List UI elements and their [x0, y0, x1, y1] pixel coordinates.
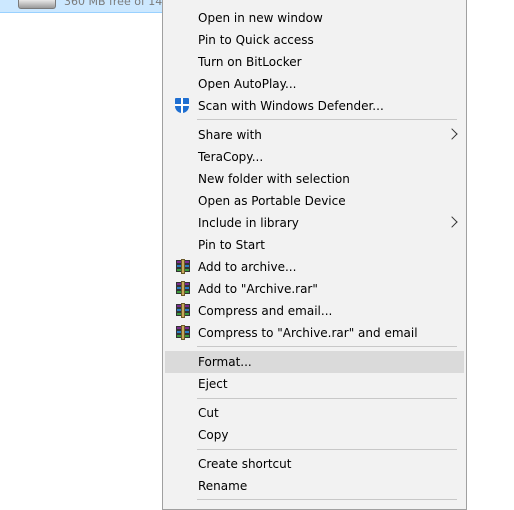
- menu-separator: [197, 449, 457, 450]
- menu-item-format[interactable]: Format...: [165, 351, 464, 373]
- context-menu: Open in new window Pin to Quick access T…: [162, 0, 467, 510]
- menu-item-eject[interactable]: Eject: [165, 373, 464, 395]
- menu-item-open-autoplay[interactable]: Open AutoPlay...: [165, 73, 464, 95]
- menu-item-add-to-archive[interactable]: Add to archive...: [165, 256, 464, 278]
- menu-item-label: Format...: [198, 355, 252, 369]
- submenu-arrow-icon: [446, 128, 458, 140]
- menu-item-label: Share with: [198, 128, 262, 142]
- menu-item-rename[interactable]: Rename: [165, 475, 464, 497]
- menu-item-create-shortcut[interactable]: Create shortcut: [165, 453, 464, 475]
- menu-separator: [197, 398, 457, 399]
- menu-separator: [197, 346, 457, 347]
- menu-item-open-in-new-window[interactable]: Open in new window: [165, 7, 464, 29]
- submenu-arrow-icon: [446, 216, 458, 228]
- menu-separator: [197, 119, 457, 120]
- menu-item-label: TeraCopy...: [198, 150, 264, 164]
- menu-item-turn-on-bitlocker[interactable]: Turn on BitLocker: [165, 51, 464, 73]
- usb-drive-icon: [18, 0, 56, 9]
- menu-item-label: Open AutoPlay...: [198, 77, 297, 91]
- menu-item-pin-to-start[interactable]: Pin to Start: [165, 234, 464, 256]
- menu-item-label: Cut: [198, 406, 219, 420]
- menu-item-label: Eject: [198, 377, 228, 391]
- menu-item-label: Include in library: [198, 216, 299, 230]
- winrar-icon: [175, 325, 191, 341]
- menu-item-label: Open in new window: [198, 11, 323, 25]
- menu-item-label: Compress and email...: [198, 304, 333, 318]
- menu-item-compress-to-archive-rar-and-email[interactable]: Compress to "Archive.rar" and email: [165, 322, 464, 344]
- menu-item-teracopy[interactable]: TeraCopy...: [165, 146, 464, 168]
- drive-tile[interactable]: 360 MB free of 14.8: [0, 0, 166, 13]
- menu-item-label: Pin to Quick access: [198, 33, 314, 47]
- menu-item-label: Rename: [198, 479, 248, 493]
- menu-item-label: New folder with selection: [198, 172, 350, 186]
- menu-item-copy[interactable]: Copy: [165, 424, 464, 446]
- drive-free-space: 360 MB free of 14.8: [64, 0, 164, 8]
- menu-item-include-in-library[interactable]: Include in library: [165, 212, 464, 234]
- menu-item-label: Open as Portable Device: [198, 194, 346, 208]
- menu-item-label: Pin to Start: [198, 238, 265, 252]
- menu-item-compress-and-email[interactable]: Compress and email...: [165, 300, 464, 322]
- menu-item-pin-to-quick-access[interactable]: Pin to Quick access: [165, 29, 464, 51]
- menu-item-label: Turn on BitLocker: [198, 55, 302, 69]
- windows-defender-shield-icon: [175, 98, 191, 114]
- menu-item-label: Compress to "Archive.rar" and email: [198, 326, 418, 340]
- winrar-icon: [175, 259, 191, 275]
- menu-item-label: Add to "Archive.rar": [198, 282, 318, 296]
- menu-item-label: Create shortcut: [198, 457, 292, 471]
- menu-item-open-as-portable-device[interactable]: Open as Portable Device: [165, 190, 464, 212]
- menu-item-add-to-archive-rar[interactable]: Add to "Archive.rar": [165, 278, 464, 300]
- winrar-icon: [175, 303, 191, 319]
- menu-item-label: Copy: [198, 428, 229, 442]
- menu-item-new-folder-with-selection[interactable]: New folder with selection: [165, 168, 464, 190]
- menu-item-scan-with-defender[interactable]: Scan with Windows Defender...: [165, 95, 464, 117]
- menu-item-cut[interactable]: Cut: [165, 402, 464, 424]
- menu-item-label: Add to archive...: [198, 260, 297, 274]
- winrar-icon: [175, 281, 191, 297]
- menu-item-share-with[interactable]: Share with: [165, 124, 464, 146]
- menu-item-label: Scan with Windows Defender...: [198, 99, 384, 113]
